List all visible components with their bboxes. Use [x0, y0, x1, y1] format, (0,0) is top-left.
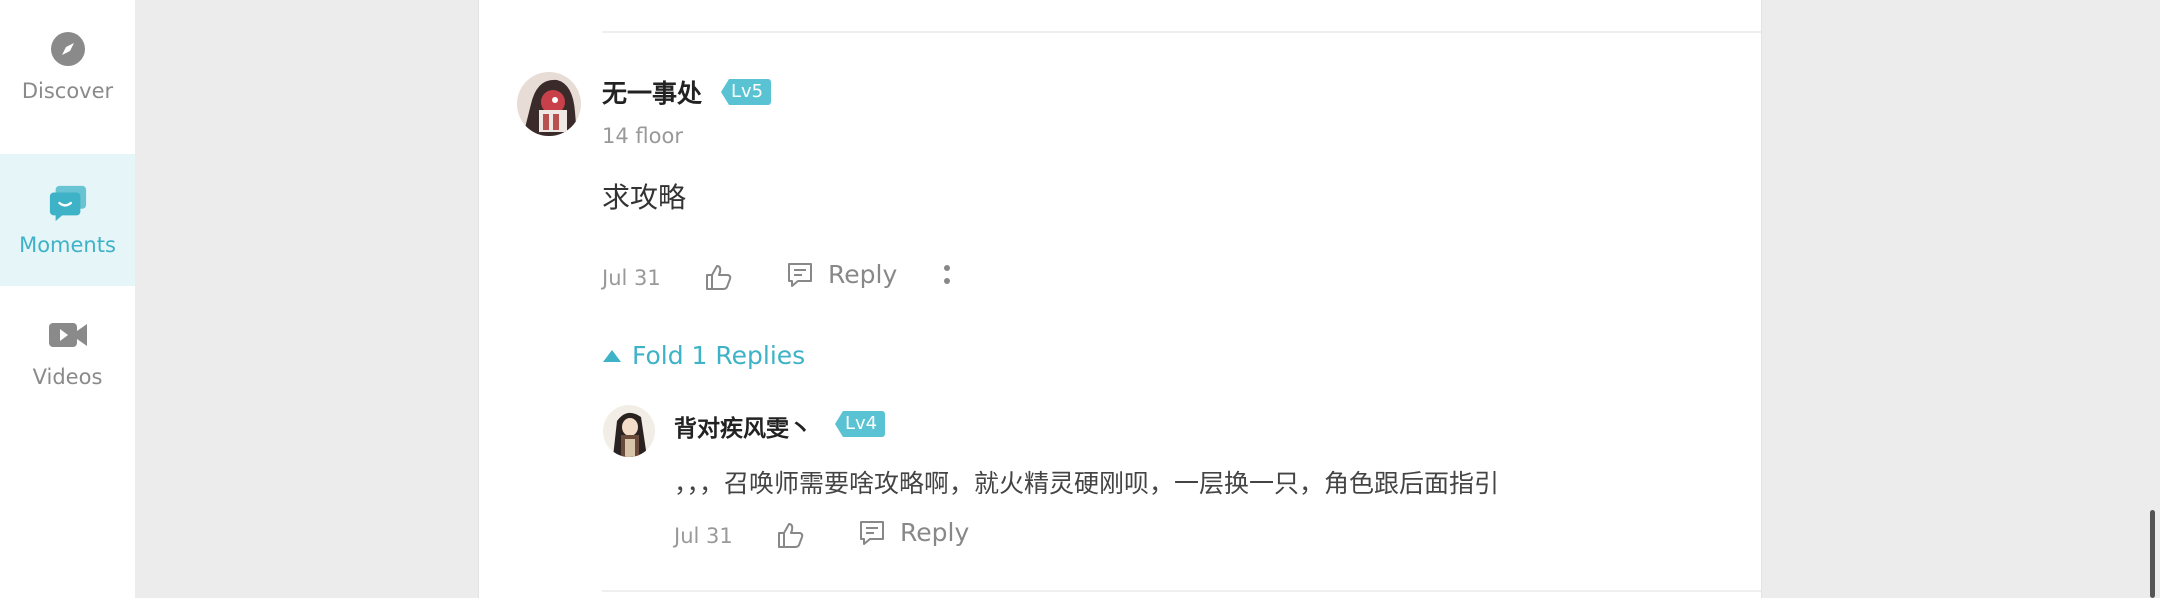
floor-label: 14 floor: [602, 124, 683, 148]
comment-date: Jul 31: [602, 266, 661, 290]
sidebar-item-discover[interactable]: Discover: [0, 0, 135, 132]
reply-avatar[interactable]: [603, 405, 655, 457]
comment-text: 求攻略: [602, 181, 687, 214]
more-options-icon[interactable]: [944, 264, 950, 288]
avatar[interactable]: [517, 72, 581, 136]
reply-text: ，，，召唤师需要啥攻略啊，就火精灵硬刚呗，一层换一只，角色跟后面指引: [674, 469, 1500, 498]
comment-author[interactable]: 无一事处: [602, 74, 702, 110]
reply-author[interactable]: 背对疾风雯丶: [674, 409, 812, 443]
sidebar-item-label: Discover: [21, 79, 114, 103]
like-button[interactable]: [704, 263, 732, 295]
sidebar-item-videos[interactable]: Videos: [0, 286, 135, 418]
thumbs-up-icon: [776, 521, 804, 553]
reply-label: Reply: [828, 260, 898, 289]
divider: [602, 31, 1761, 33]
comment-icon: [786, 261, 814, 289]
fold-replies-button[interactable]: Fold 1 Replies: [602, 341, 805, 370]
fold-label: Fold 1 Replies: [632, 341, 806, 370]
reply-like-button[interactable]: [776, 521, 804, 553]
level-badge: Lv4: [835, 411, 886, 437]
divider: [602, 590, 1761, 592]
comment-icon: [858, 519, 886, 547]
thumbs-up-icon: [704, 263, 732, 295]
reply-date: Jul 31: [674, 524, 733, 548]
comments-panel: 无一事处 Lv5 14 floor 求攻略 Jul 31 Reply Fold …: [478, 0, 1762, 598]
video-camera-icon: [48, 315, 88, 355]
compass-icon: [48, 29, 88, 69]
chat-bubbles-icon: [48, 183, 88, 223]
reply-button[interactable]: Reply: [786, 260, 897, 289]
reply-reply-button[interactable]: Reply: [858, 518, 969, 547]
scrollbar-thumb[interactable]: [2150, 510, 2155, 598]
level-badge: Lv5: [721, 79, 772, 105]
sidebar-item-moments[interactable]: Moments: [0, 154, 135, 286]
caret-up-icon: [602, 349, 622, 363]
sidebar: Discover Moments Videos: [0, 0, 135, 598]
sidebar-item-label: Moments: [19, 233, 116, 257]
sidebar-item-label: Videos: [32, 365, 103, 389]
reply-label: Reply: [900, 518, 970, 547]
